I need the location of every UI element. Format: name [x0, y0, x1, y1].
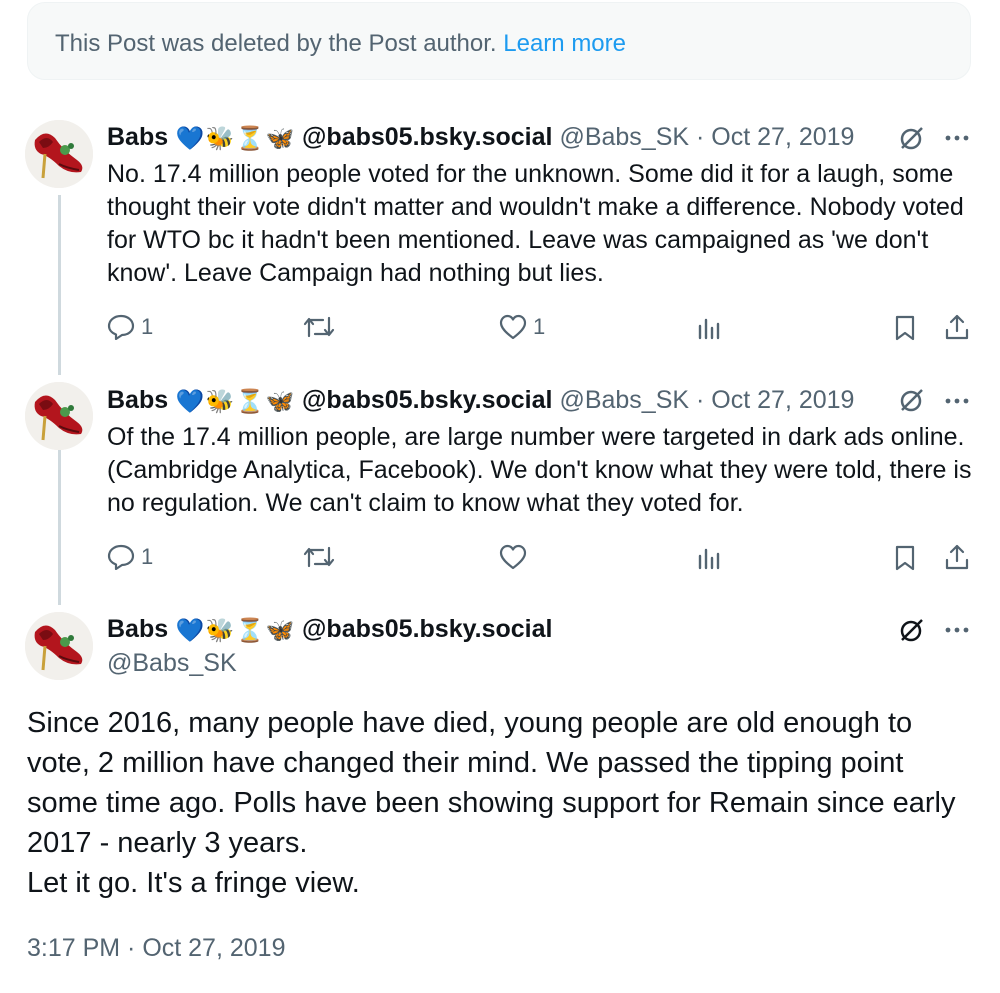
bsky-handle-name[interactable]: @babs05.bsky.social: [302, 386, 552, 414]
reply-action[interactable]: 1: [107, 544, 153, 570]
views-icon: [698, 318, 720, 340]
like-action[interactable]: [499, 544, 527, 570]
reply-action[interactable]: 1: [107, 314, 153, 340]
post-date[interactable]: Oct 27, 2019: [711, 386, 854, 414]
separator-dot: ·: [696, 123, 705, 151]
views-icon: [698, 548, 720, 570]
butterfly-emoji: 🦋: [265, 388, 295, 414]
repost-action[interactable]: [303, 314, 335, 340]
reply-text: Of the 17.4 million people, are large nu…: [107, 423, 972, 517]
thread-connector-line: [58, 425, 61, 605]
blue-heart-emoji: 💙: [175, 125, 205, 151]
user-handle[interactable]: @Babs_SK: [107, 648, 237, 678]
more-icon[interactable]: [944, 625, 970, 635]
bsky-handle-name[interactable]: @babs05.bsky.social: [302, 123, 552, 151]
deleted-post-notice: This Post was deleted by the Post author…: [27, 2, 971, 80]
bookmark-icon: [895, 545, 915, 571]
share-action[interactable]: [944, 313, 970, 341]
blue-heart-emoji: 💙: [175, 388, 205, 414]
user-handle[interactable]: @Babs_SK: [559, 386, 689, 414]
like-icon: [499, 314, 527, 340]
avatar-shoe-image: [25, 120, 93, 188]
user-handle[interactable]: @Babs_SK: [559, 123, 689, 151]
avatar-shoe-image: [25, 382, 93, 450]
main-post-paragraph: Let it go. It's a fringe view.: [27, 867, 360, 899]
main-post-text: Since 2016, many people have died, young…: [27, 703, 977, 903]
hourglass-emoji: ⏳: [235, 125, 265, 151]
hourglass-emoji: ⏳: [235, 617, 265, 643]
bee-emoji: 🐝: [205, 125, 235, 151]
display-name[interactable]: Babs: [107, 615, 168, 643]
bookmark-action[interactable]: [894, 544, 916, 572]
repost-icon: [303, 316, 335, 338]
thread-connector-line: [58, 195, 61, 375]
more-icon[interactable]: [944, 396, 970, 406]
hourglass-emoji: ⏳: [235, 388, 265, 414]
share-icon: [945, 314, 969, 340]
bee-emoji: 🐝: [205, 388, 235, 414]
grok-icon[interactable]: [898, 386, 926, 414]
reply-icon: [107, 314, 135, 340]
butterfly-emoji: 🦋: [265, 617, 295, 643]
avatar[interactable]: [25, 120, 93, 188]
post-timestamp[interactable]: 3:17 PM · Oct 27, 2019: [27, 933, 285, 963]
share-icon: [945, 544, 969, 570]
butterfly-emoji: 🦋: [265, 125, 295, 151]
display-name[interactable]: Babs: [107, 386, 168, 414]
like-icon: [499, 544, 527, 570]
repost-icon: [303, 546, 335, 568]
reply-header: Babs 💙🐝⏳🦋 @babs05.bsky.social @Babs_SK ·…: [107, 122, 854, 153]
reply-icon: [107, 544, 135, 570]
bsky-handle-name[interactable]: @babs05.bsky.social: [302, 615, 552, 643]
main-post-paragraph: Since 2016, many people have died, young…: [27, 707, 956, 859]
post-date[interactable]: Oct 27, 2019: [711, 123, 854, 151]
share-action[interactable]: [944, 543, 970, 571]
display-name[interactable]: Babs: [107, 123, 168, 151]
avatar[interactable]: [25, 612, 93, 680]
reply-text: No. 17.4 million people voted for the un…: [107, 160, 964, 287]
like-action[interactable]: 1: [499, 314, 545, 340]
avatar-shoe-image: [25, 612, 93, 680]
reply-count: 1: [141, 544, 154, 569]
views-action[interactable]: [697, 546, 721, 570]
more-icon[interactable]: [944, 133, 970, 143]
bookmark-action[interactable]: [894, 314, 916, 342]
views-action[interactable]: [697, 316, 721, 340]
like-count: 1: [533, 314, 546, 339]
bookmark-icon: [895, 315, 915, 341]
main-post-header: Babs 💙🐝⏳🦋 @babs05.bsky.social: [107, 614, 552, 645]
bee-emoji: 🐝: [205, 617, 235, 643]
reply-count: 1: [141, 314, 154, 339]
grok-icon[interactable]: [898, 124, 926, 152]
reply-header: Babs 💙🐝⏳🦋 @babs05.bsky.social @Babs_SK ·…: [107, 385, 854, 416]
learn-more-link[interactable]: Learn more: [503, 30, 626, 57]
repost-action[interactable]: [303, 544, 335, 570]
separator-dot: ·: [696, 386, 705, 414]
avatar[interactable]: [25, 382, 93, 450]
grok-icon[interactable]: [898, 616, 926, 644]
deleted-notice-text: This Post was deleted by the Post author…: [55, 30, 497, 57]
blue-heart-emoji: 💙: [175, 617, 205, 643]
